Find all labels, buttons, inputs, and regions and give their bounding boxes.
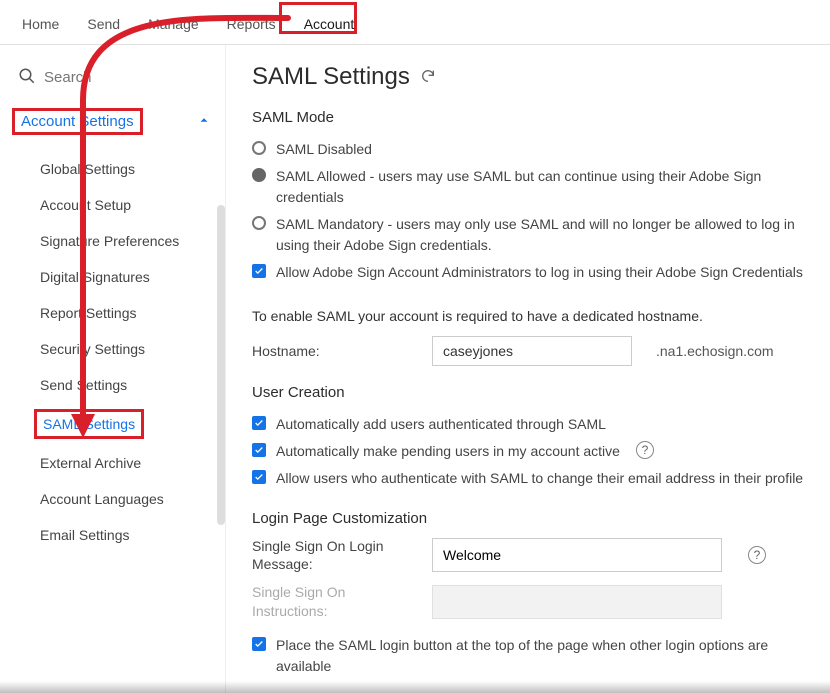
hostname-suffix: .na1.echosign.com [656, 343, 774, 359]
sso-message-label: Single Sign On Login Message: [252, 537, 412, 573]
check-label: Allow Adobe Sign Account Administrators … [276, 262, 803, 283]
check-label: Automatically add users authenticated th… [276, 414, 606, 435]
check-auto-add-users[interactable]: Automatically add users authenticated th… [252, 411, 810, 438]
radio-saml-disabled[interactable]: SAML Disabled [252, 136, 810, 163]
sidebar-item-security-settings[interactable]: Security Settings [40, 331, 215, 367]
hostname-label: Hostname: [252, 343, 412, 359]
tab-account[interactable]: Account [302, 12, 357, 36]
sidebar-item-external-archive[interactable]: External Archive [40, 445, 215, 481]
check-auto-pending-active[interactable]: Automatically make pending users in my a… [252, 438, 810, 465]
sso-instructions-input [432, 585, 722, 619]
help-icon[interactable]: ? [636, 441, 654, 459]
sidebar-item-account-languages[interactable]: Account Languages [40, 481, 215, 517]
sidebar-item-send-settings[interactable]: Send Settings [40, 367, 215, 403]
check-saml-button-top[interactable]: Place the SAML login button at the top o… [252, 632, 810, 680]
search-wrap [14, 63, 215, 102]
sidebar-tree-list: Global Settings Account Setup Signature … [14, 141, 215, 553]
check-allow-email-change[interactable]: Allow users who authenticate with SAML t… [252, 465, 810, 492]
refresh-icon[interactable] [420, 68, 436, 87]
chevron-up-icon [197, 113, 211, 131]
tab-send[interactable]: Send [85, 12, 122, 36]
check-label: Allow users who authenticate with SAML t… [276, 468, 803, 489]
search-icon [18, 67, 36, 88]
page-title: SAML Settings [252, 63, 410, 91]
checkbox-checked-icon [252, 637, 266, 651]
section-login-page: Login Page Customization [252, 510, 810, 527]
content-panel: SAML Settings SAML Mode SAML Disabled SA… [225, 45, 830, 693]
top-tab-nav: Home Send Manage Reports Account [0, 0, 830, 45]
section-user-creation: User Creation [252, 384, 810, 401]
sidebar-item-report-settings[interactable]: Report Settings [40, 295, 215, 331]
checkbox-checked-icon [252, 416, 266, 430]
sidebar-tree-header[interactable]: Account Settings [14, 102, 215, 141]
radio-icon [252, 216, 266, 230]
sidebar-item-email-settings[interactable]: Email Settings [40, 517, 215, 553]
check-admin-login[interactable]: Allow Adobe Sign Account Administrators … [252, 259, 810, 286]
tab-reports[interactable]: Reports [225, 12, 278, 36]
radio-icon-filled [252, 168, 266, 182]
sso-instructions-label: Single Sign On Instructions: [252, 583, 412, 619]
sidebar-item-digital-signatures[interactable]: Digital Signatures [40, 259, 215, 295]
hostname-input[interactable] [432, 336, 632, 366]
checkbox-checked-icon [252, 264, 266, 278]
radio-label: SAML Mandatory - users may only use SAML… [276, 214, 810, 256]
sidebar: Account Settings Global Settings Account… [0, 45, 225, 693]
help-icon[interactable]: ? [748, 546, 766, 564]
annotation-account-settings-highlight: Account Settings [12, 108, 143, 135]
radio-label: SAML Allowed - users may use SAML but ca… [276, 166, 810, 208]
tab-home[interactable]: Home [20, 12, 61, 36]
radio-label: SAML Disabled [276, 139, 372, 160]
sidebar-item-signature-preferences[interactable]: Signature Preferences [40, 223, 215, 259]
section-saml-mode: SAML Mode [252, 109, 810, 126]
hostname-note: To enable SAML your account is required … [252, 308, 810, 324]
radio-saml-mandatory[interactable]: SAML Mandatory - users may only use SAML… [252, 211, 810, 259]
sidebar-item-account-setup[interactable]: Account Setup [40, 187, 215, 223]
checkbox-checked-icon [252, 443, 266, 457]
tab-manage[interactable]: Manage [146, 12, 201, 36]
sidebar-scrollbar[interactable] [217, 205, 225, 525]
sso-message-input[interactable] [432, 538, 722, 572]
search-input[interactable] [44, 69, 211, 86]
radio-saml-allowed[interactable]: SAML Allowed - users may use SAML but ca… [252, 163, 810, 211]
sidebar-item-saml-settings[interactable]: SAML Settings [40, 403, 215, 445]
checkbox-checked-icon [252, 470, 266, 484]
check-label: Automatically make pending users in my a… [276, 441, 620, 462]
annotation-saml-highlight: SAML Settings [34, 409, 144, 439]
tree-header-label: Account Settings [21, 113, 134, 130]
check-label: Place the SAML login button at the top o… [276, 635, 810, 677]
radio-icon [252, 141, 266, 155]
sidebar-item-global-settings[interactable]: Global Settings [40, 151, 215, 187]
